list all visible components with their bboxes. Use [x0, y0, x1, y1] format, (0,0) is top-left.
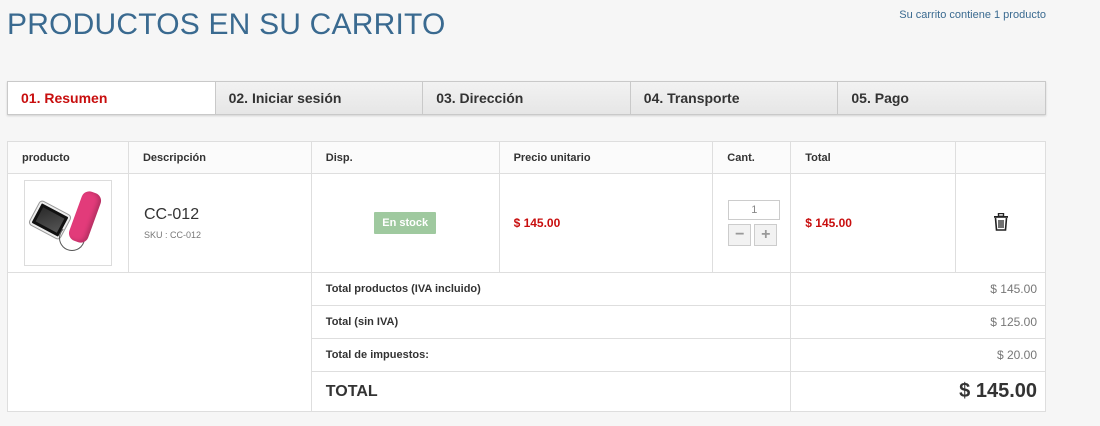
quantity-input[interactable]: [728, 200, 781, 220]
step-payment[interactable]: 05. Pago: [837, 82, 1045, 114]
power-bank-illustration: [66, 189, 104, 245]
table-header-row: producto Descripción Disp. Precio unitar…: [7, 141, 1046, 174]
product-image[interactable]: [24, 180, 112, 266]
header-quantity: Cant.: [712, 141, 792, 174]
plus-icon[interactable]: +: [754, 224, 778, 246]
total-products-value: $ 145.00: [790, 272, 1046, 306]
page-title: PRODUCTOS EN SU CARRITO: [7, 8, 446, 41]
stock-badge: En stock: [374, 212, 437, 234]
header-description: Descripción: [127, 141, 312, 174]
summary-empty-cell: [7, 272, 312, 412]
total-products-label: Total productos (IVA incluido): [310, 272, 792, 306]
step-summary[interactable]: 01. Resumen: [8, 82, 215, 114]
step-login[interactable]: 02. Iniciar sesión: [214, 82, 423, 114]
delete-cell: [955, 173, 1046, 273]
trash-icon[interactable]: [993, 212, 1009, 234]
header-product: producto: [7, 141, 129, 174]
quantity-cell: − +: [712, 173, 792, 273]
header-total: Total: [790, 141, 957, 174]
availability-cell: En stock: [310, 173, 500, 273]
table-row: CC-012 SKU : CC-012 En stock $ 145.00 − …: [7, 173, 1046, 273]
checkout-steps: 01. Resumen 02. Iniciar sesión 03. Direc…: [7, 81, 1046, 115]
total-no-tax-value: $ 125.00: [790, 305, 1046, 339]
total-tax-label: Total de impuestos:: [310, 338, 792, 372]
total-tax-value: $ 20.00: [790, 338, 1046, 372]
grand-total-value: $ 145.00: [790, 371, 1046, 412]
cart-table: producto Descripción Disp. Precio unitar…: [7, 141, 1046, 412]
step-address[interactable]: 03. Dirección: [422, 82, 630, 114]
cart-summary-text: Su carrito contiene 1 producto: [899, 9, 1046, 21]
header-availability: Disp.: [310, 141, 500, 174]
grand-total-label: TOTAL: [310, 371, 792, 412]
product-image-cell: [7, 173, 129, 273]
step-shipping[interactable]: 04. Transporte: [629, 82, 838, 114]
product-name[interactable]: CC-012: [144, 206, 311, 224]
header-unit-price: Precio unitario: [498, 141, 714, 174]
summary-row-products: Total productos (IVA incluido) $ 145.00: [7, 272, 1046, 412]
product-sku: SKU : CC-012: [143, 230, 201, 240]
total-no-tax-label: Total (sin IVA): [310, 305, 792, 339]
header-actions: [955, 141, 1046, 174]
minus-icon[interactable]: −: [728, 224, 752, 246]
unit-price: $ 145.00: [498, 173, 714, 273]
line-total: $ 145.00: [790, 173, 957, 273]
product-description-cell: CC-012 SKU : CC-012: [127, 173, 312, 273]
